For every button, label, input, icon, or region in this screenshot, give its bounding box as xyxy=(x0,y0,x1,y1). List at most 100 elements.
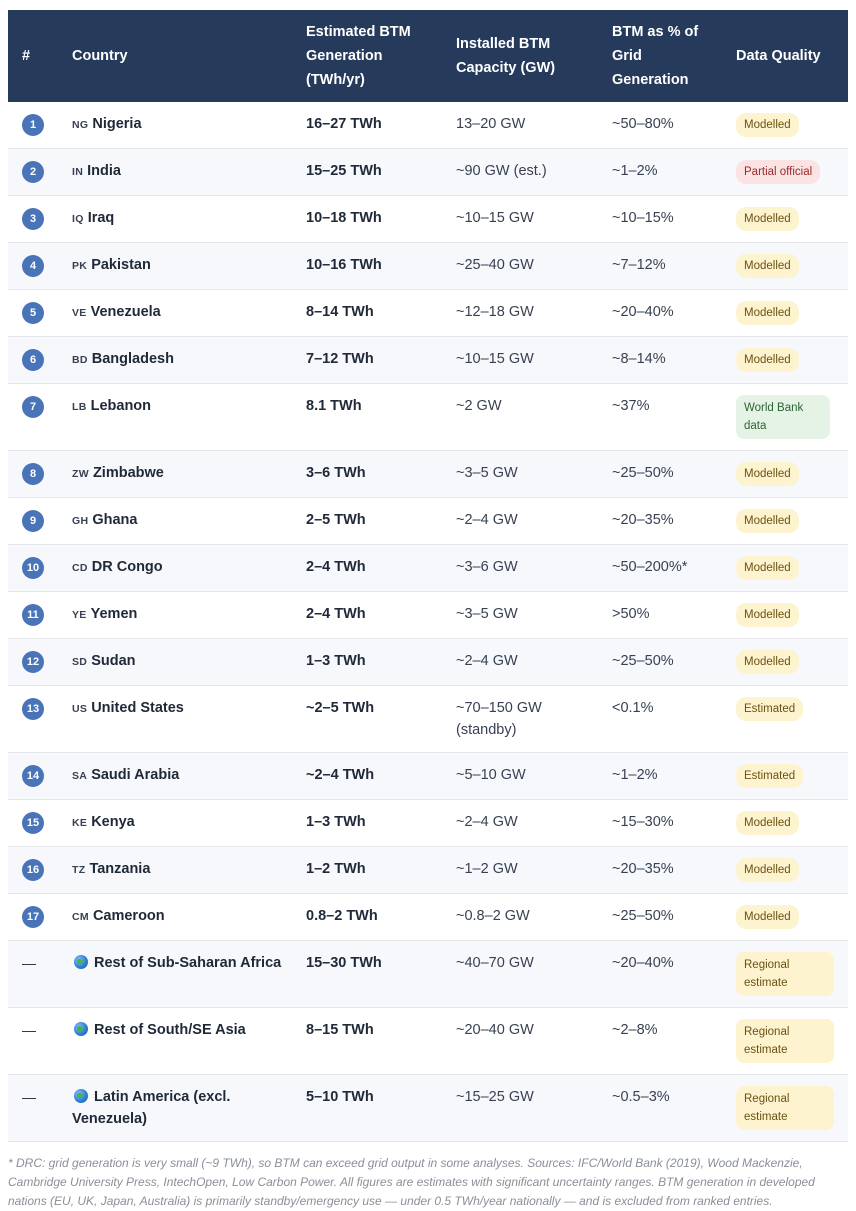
rank-badge: 6 xyxy=(22,349,44,371)
table-row: 3 IQ Iraq 10–18 TWh ~10–15 GW ~10–15% Modelled xyxy=(8,195,848,243)
rank-badge: 9 xyxy=(22,510,44,532)
quality-cell: Regional estimate xyxy=(728,940,848,1008)
quality-cell: Modelled xyxy=(728,799,848,847)
country-cell: VE Venezuela xyxy=(66,289,298,337)
capacity-cell: ~3–6 GW xyxy=(448,544,604,592)
share-cell: ~25–50% xyxy=(604,638,728,686)
country-code: KE xyxy=(72,817,88,829)
share-cell: >50% xyxy=(604,591,728,639)
generation-cell: 5–10 TWh xyxy=(298,1074,448,1142)
rank-cell: 6 xyxy=(8,336,66,384)
rank-dash: — xyxy=(22,1022,36,1038)
country-code: PK xyxy=(72,260,88,272)
share-cell: ~25–50% xyxy=(604,450,728,498)
table-row: 5 VE Venezuela 8–14 TWh ~12–18 GW ~20–40% Mode… xyxy=(8,289,848,337)
quality-badge: Estimated xyxy=(736,697,804,721)
country-cell: TZ Tanzania xyxy=(66,846,298,894)
country-name: Pakistan xyxy=(91,257,151,273)
country-name: Kenya xyxy=(91,814,135,830)
quality-badge: Regional estimate xyxy=(736,1019,834,1063)
quality-cell: Modelled xyxy=(728,497,848,545)
generation-cell: 10–18 TWh xyxy=(298,195,448,243)
rank-badge: 10 xyxy=(22,557,44,579)
rank-cell: 16 xyxy=(8,846,66,894)
rank-dash: — xyxy=(22,1089,36,1105)
capacity-cell: ~3–5 GW xyxy=(448,450,604,498)
quality-badge: Modelled xyxy=(736,603,799,627)
header-share: BTM as % of Grid Generation xyxy=(612,24,699,88)
country-cell: Rest of Sub-Saharan Africa xyxy=(66,940,298,1008)
header-rank: # xyxy=(22,48,31,64)
country-code: BD xyxy=(72,354,88,366)
rank-badge: 4 xyxy=(22,255,44,277)
country-name: Lebanon xyxy=(90,398,152,414)
globe-icon xyxy=(74,1089,88,1103)
table-row: 2 IN India 15–25 TWh ~90 GW (est.) ~1–2% Parti… xyxy=(8,148,848,196)
rank-cell: — xyxy=(8,1007,66,1075)
generation-cell: 15–30 TWh xyxy=(298,940,448,1008)
quality-cell: Modelled xyxy=(728,102,848,149)
quality-badge: Partial official xyxy=(736,160,821,184)
generation-cell: 0.8–2 TWh xyxy=(298,893,448,941)
country-code: US xyxy=(72,703,88,715)
quality-badge: World Bank data xyxy=(736,395,830,439)
quality-badge: Regional estimate xyxy=(736,1086,834,1130)
country-name: Rest of South/SE Asia xyxy=(94,1022,246,1038)
capacity-cell: ~25–40 GW xyxy=(448,242,604,290)
share-cell: ~20–40% xyxy=(604,940,728,1008)
rank-cell: — xyxy=(8,1074,66,1142)
table-row: 12 SD Sudan 1–3 TWh ~2–4 GW ~25–50% Modelled xyxy=(8,638,848,686)
quality-cell: Estimated xyxy=(728,752,848,800)
share-cell: ~0.5–3% xyxy=(604,1074,728,1142)
country-cell: Latin America (excl. Venezuela) xyxy=(66,1074,298,1142)
rank-cell: 9 xyxy=(8,497,66,545)
quality-cell: Modelled xyxy=(728,336,848,384)
share-cell: ~7–12% xyxy=(604,242,728,290)
share-cell: ~20–40% xyxy=(604,289,728,337)
country-name: Venezuela xyxy=(90,304,161,320)
country-name: Sudan xyxy=(91,653,136,669)
country-cell: IN India xyxy=(66,148,298,196)
quality-badge: Modelled xyxy=(736,462,799,486)
table-row: 15 KE Kenya 1–3 TWh ~2–4 GW ~15–30% Modelled xyxy=(8,799,848,847)
share-cell: ~20–35% xyxy=(604,846,728,894)
generation-cell: ~2–5 TWh xyxy=(298,685,448,753)
country-name: Ghana xyxy=(92,512,138,528)
quality-badge: Modelled xyxy=(736,509,799,533)
country-cell: CD DR Congo xyxy=(66,544,298,592)
country-name: Saudi Arabia xyxy=(91,767,180,783)
rank-badge: 15 xyxy=(22,812,44,834)
quality-badge: Regional estimate xyxy=(736,952,834,996)
rank-badge: 1 xyxy=(22,114,44,136)
table-row: 9 GH Ghana 2–5 TWh ~2–4 GW ~20–35% Modelled xyxy=(8,497,848,545)
rank-cell: 14 xyxy=(8,752,66,800)
page: # Country Estimated BTM Generation (TWh/… xyxy=(0,0,856,1211)
table-header: # Country Estimated BTM Generation (TWh/… xyxy=(8,10,848,102)
rank-badge: 2 xyxy=(22,161,44,183)
generation-cell: ~2–4 TWh xyxy=(298,752,448,800)
quality-cell: Modelled xyxy=(728,450,848,498)
share-cell: ~37% xyxy=(604,383,728,451)
quality-badge: Modelled xyxy=(736,348,799,372)
share-cell: ~1–2% xyxy=(604,752,728,800)
generation-cell: 10–16 TWh xyxy=(298,242,448,290)
quality-badge: Modelled xyxy=(736,207,799,231)
rank-cell: 7 xyxy=(8,383,66,451)
country-name: Rest of Sub-Saharan Africa xyxy=(94,955,282,971)
rank-cell: 15 xyxy=(8,799,66,847)
table-row: 10 CD DR Congo 2–4 TWh ~3–6 GW ~50–200%* Model… xyxy=(8,544,848,592)
quality-badge: Modelled xyxy=(736,858,799,882)
country-cell: NG Nigeria xyxy=(66,102,298,149)
country-code: TZ xyxy=(72,864,86,876)
table-row: 13 US United States ~2–5 TWh ~70–150 GW (sta… xyxy=(8,685,848,753)
capacity-cell: ~12–18 GW xyxy=(448,289,604,337)
country-cell: SD Sudan xyxy=(66,638,298,686)
quality-cell: Regional estimate xyxy=(728,1007,848,1075)
rank-badge: 3 xyxy=(22,208,44,230)
quality-badge: Estimated xyxy=(736,764,804,788)
generation-cell: 2–5 TWh xyxy=(298,497,448,545)
capacity-cell: ~2–4 GW xyxy=(448,799,604,847)
rank-badge: 14 xyxy=(22,765,44,787)
footnote: * DRC: grid generation is very small (~9… xyxy=(8,1156,815,1208)
rank-cell: 4 xyxy=(8,242,66,290)
